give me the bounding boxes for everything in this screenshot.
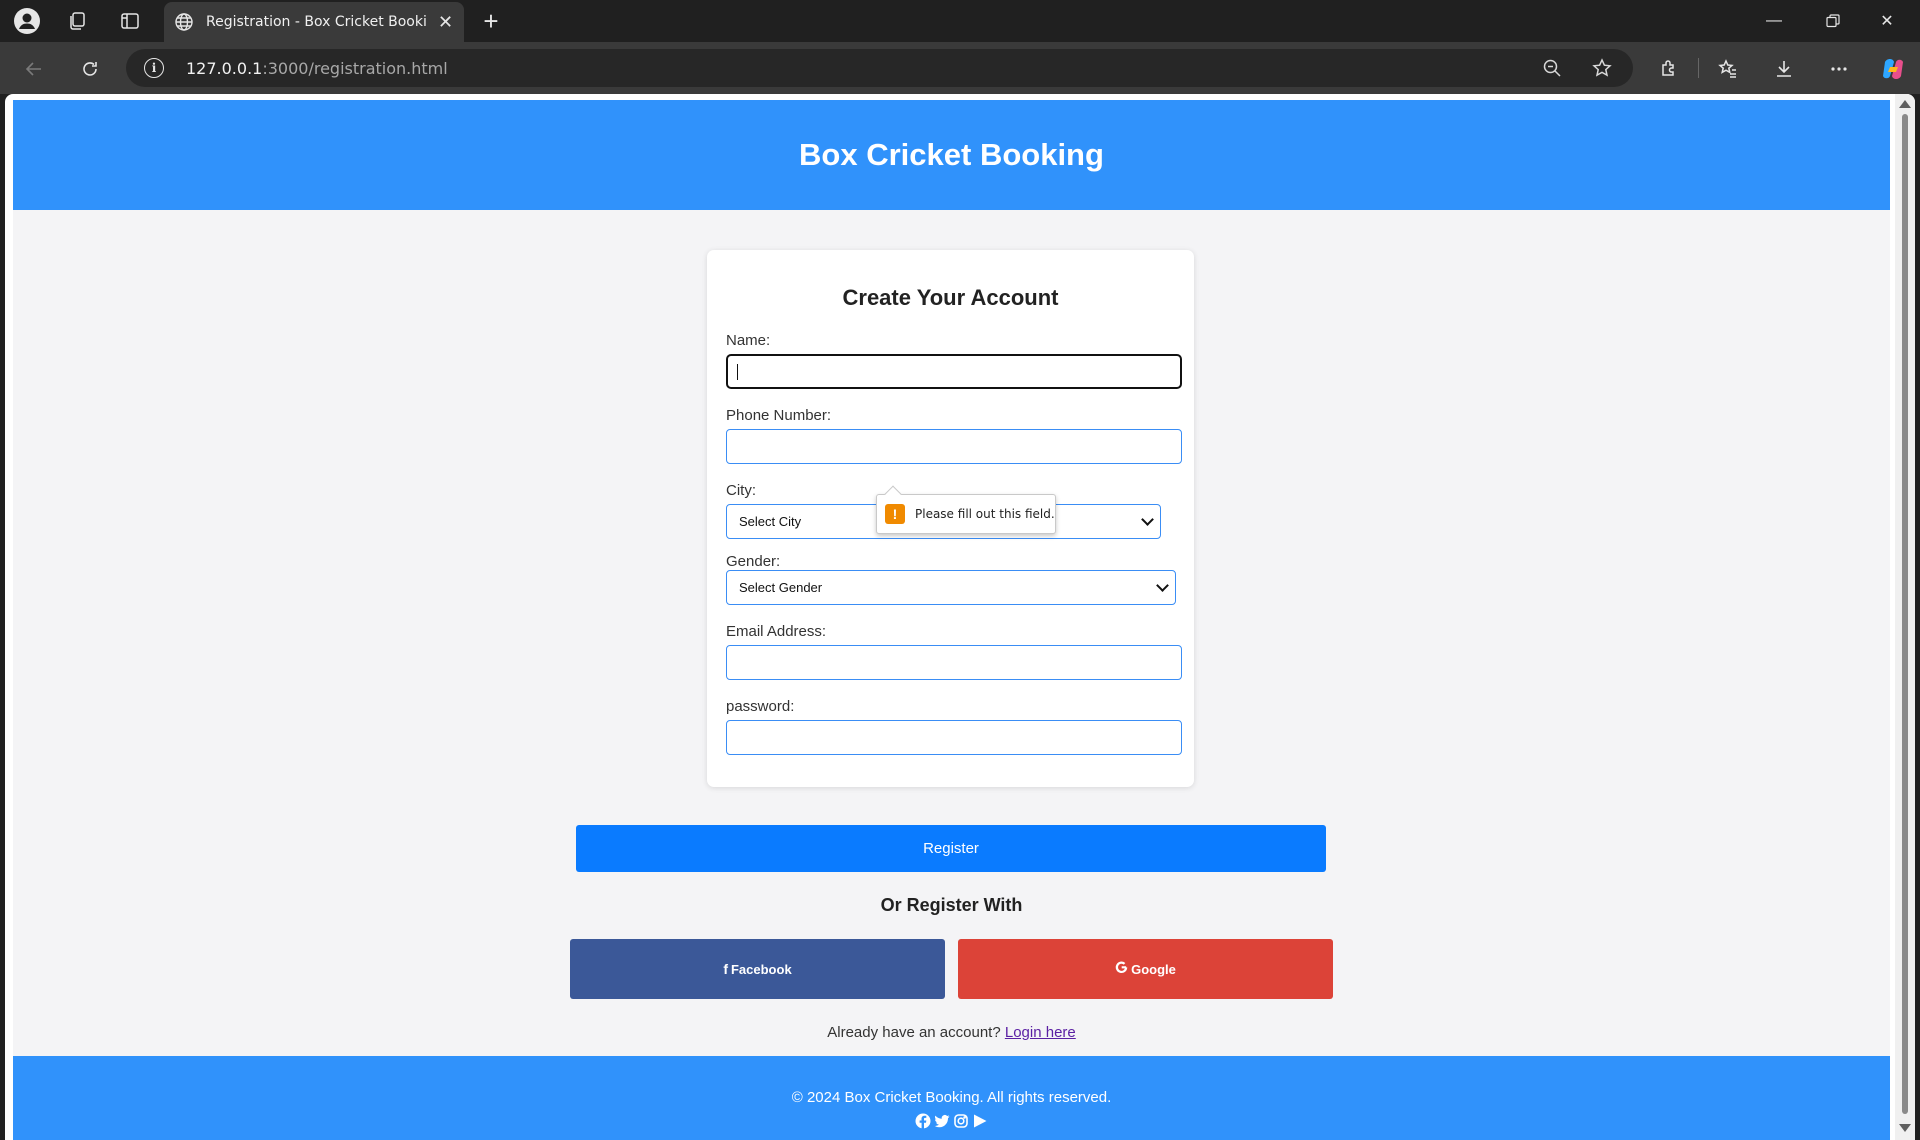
site-header: Box Cricket Booking [13, 100, 1890, 210]
city-selected-value: Select City [739, 514, 802, 529]
chevron-down-icon [1156, 579, 1169, 592]
page-viewport: Box Cricket Booking Create Your Account … [5, 94, 1915, 1140]
phone-input[interactable] [726, 429, 1182, 464]
google-button[interactable]: Google [958, 939, 1333, 999]
gender-label: Gender: [726, 553, 781, 570]
extensions-icon[interactable] [1653, 53, 1685, 85]
footer-social-icons [13, 1113, 1890, 1129]
facebook-button[interactable]: f Facebook [570, 939, 945, 999]
or-register-with: Or Register With [880, 895, 1023, 915]
facebook-label: Facebook [730, 961, 792, 977]
new-tab-icon[interactable]: + [476, 6, 506, 36]
favorites-icon[interactable] [1712, 53, 1744, 85]
play-icon[interactable] [972, 1113, 988, 1129]
login-prompt: Already have an account? Login here [13, 1024, 1890, 1041]
workspaces-icon[interactable] [62, 6, 92, 36]
site-footer: © 2024 Box Cricket Booking. All rights r… [13, 1056, 1890, 1140]
minimize-icon[interactable]: — [1754, 8, 1794, 34]
vertical-tabs-icon[interactable] [115, 6, 145, 36]
twitter-icon[interactable] [934, 1113, 950, 1129]
address-bar[interactable]: i 127.0.0.1:3000/registration.html [126, 49, 1633, 87]
back-icon[interactable] [18, 53, 50, 85]
scroll-down-icon[interactable] [1899, 1124, 1911, 1132]
scroll-up-icon[interactable] [1899, 100, 1911, 108]
facebook-icon: f [723, 961, 728, 977]
validation-tooltip: ! Please fill out this field. [876, 485, 1056, 534]
register-button[interactable]: Register [576, 825, 1326, 872]
instagram-icon[interactable] [953, 1113, 969, 1129]
copilot-icon[interactable] [1877, 53, 1909, 85]
registration-page: Box Cricket Booking Create Your Account … [13, 100, 1890, 1140]
refresh-icon[interactable] [74, 53, 106, 85]
phone-label: Phone Number: [726, 407, 832, 424]
email-label: Email Address: [726, 623, 827, 640]
text-caret [737, 364, 738, 380]
restore-icon[interactable] [1813, 8, 1853, 34]
favorite-star-icon[interactable] [1590, 56, 1614, 80]
toolbar-divider [1698, 58, 1699, 78]
profile-icon[interactable] [12, 6, 42, 36]
active-tab[interactable]: Registration - Box Cricket Booking ✕ [164, 2, 464, 42]
google-icon [1115, 961, 1128, 977]
gender-selected-value: Select Gender [739, 580, 823, 595]
site-info-icon[interactable]: i [144, 58, 164, 78]
tab-title: Registration - Box Cricket Booking [206, 14, 428, 30]
validation-message: Please fill out this field. [915, 507, 1055, 521]
downloads-icon[interactable] [1768, 53, 1800, 85]
google-label: Google [1131, 961, 1176, 977]
gender-select[interactable]: Select Gender [726, 570, 1176, 605]
browser-toolbar: i 127.0.0.1:3000/registration.html [0, 42, 1920, 94]
warning-icon: ! [885, 504, 905, 524]
page-scrollbar[interactable] [1895, 94, 1915, 1140]
copyright-text: © 2024 Box Cricket Booking. All rights r… [791, 1089, 1112, 1106]
zoom-icon[interactable] [1540, 56, 1564, 80]
form-title: Create Your Account [842, 285, 1059, 310]
close-tab-icon[interactable]: ✕ [438, 12, 453, 33]
scroll-thumb[interactable] [1902, 114, 1908, 1114]
url-text[interactable]: 127.0.0.1:3000/registration.html [186, 59, 448, 78]
chevron-down-icon [1141, 513, 1154, 526]
name-label: Name: [726, 332, 771, 349]
login-prompt-text: Already have an account? [827, 1024, 1001, 1041]
name-input[interactable] [726, 354, 1182, 389]
email-input[interactable] [726, 645, 1182, 680]
facebook-icon[interactable] [915, 1113, 931, 1129]
city-label: City: [726, 482, 756, 499]
close-window-icon[interactable]: ✕ [1867, 8, 1907, 34]
password-label: password: [726, 698, 795, 715]
globe-icon [174, 12, 194, 32]
site-title: Box Cricket Booking [799, 137, 1104, 172]
browser-titlebar: Registration - Box Cricket Booking ✕ + —… [0, 0, 1920, 42]
password-input[interactable] [726, 720, 1182, 755]
more-options-icon[interactable] [1823, 53, 1855, 85]
login-link[interactable]: Login here [1005, 1024, 1076, 1041]
